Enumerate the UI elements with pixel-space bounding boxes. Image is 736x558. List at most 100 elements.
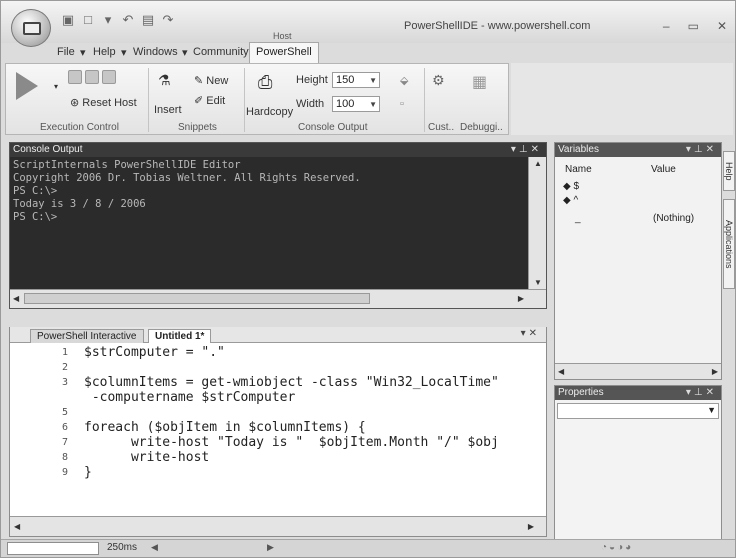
editor-tab-strip: PowerShell Interactive Untitled 1* ▾✕ <box>10 327 546 343</box>
script-editor-pane: PowerShell Interactive Untitled 1* ▾✕ 1 $… <box>9 327 547 537</box>
variable-name: $ <box>573 181 580 192</box>
group-divider <box>244 68 245 132</box>
pin-icon[interactable]: ⊥ <box>519 144 531 155</box>
console-line: Copyright 2006 Dr. Tobias Weltner. All R… <box>13 172 361 184</box>
title-bar: ▣ □ ▾ ↶ ▤ ↷ Host PowerShellIDE - www.pow… <box>1 1 735 47</box>
width-input[interactable]: 100 ▼ <box>332 96 380 112</box>
scroll-left-icon[interactable]: ◀ <box>13 294 19 303</box>
run-dropdown-icon[interactable]: ▾ <box>54 82 58 91</box>
pane-menu-icon[interactable]: ▾ <box>511 144 519 155</box>
scroll-right-icon[interactable]: ▶ <box>528 522 534 531</box>
console-line: PS C:\> <box>13 211 58 223</box>
stop-icon[interactable] <box>102 70 117 84</box>
variables-horizontal-scrollbar[interactable]: ◀ ▶ <box>555 363 721 379</box>
group-divider <box>424 68 425 132</box>
tray-icons: ◔◒◑◕ <box>601 542 634 553</box>
scroll-left-icon[interactable]: ◀ <box>14 522 20 531</box>
tab-untitled-1[interactable]: Untitled 1* <box>148 329 212 343</box>
menu-file[interactable]: File <box>57 46 75 58</box>
copy-icon[interactable]: ▤ <box>141 13 155 27</box>
contextual-tab-header: Host <box>273 31 292 41</box>
pane-menu-icon[interactable]: ▾ <box>686 387 694 398</box>
chevron-down-icon: ▼ <box>707 405 716 415</box>
redo-icon[interactable]: ↷ <box>161 13 175 27</box>
edit-snippet-button[interactable]: ✐ Edit <box>194 94 225 107</box>
close-icon[interactable]: ✕ <box>706 144 717 155</box>
edit-label: Edit <box>206 95 226 107</box>
run-script-icon[interactable] <box>16 72 38 100</box>
font-icon[interactable]: ▫ <box>400 98 404 110</box>
insert-button[interactable]: Insert <box>154 104 182 116</box>
undo-icon[interactable]: ↶ <box>121 13 135 27</box>
pin-icon[interactable]: ⊥ <box>694 387 706 398</box>
code-area[interactable]: 1 $strComputer = "." 2 3 $columnItems = ge… <box>10 345 546 515</box>
line-number: 9 <box>61 467 68 478</box>
customize-icon[interactable]: ⚙ <box>432 72 445 89</box>
side-tab-help[interactable]: Help <box>723 151 735 191</box>
tab-powershell[interactable]: PowerShell <box>249 42 319 63</box>
editor-horizontal-scrollbar[interactable]: ◀ ▶ <box>10 516 546 536</box>
code-text: $columnItems = get-wmiobject -class "Win… <box>84 375 499 390</box>
window-title: PowerShellIDE - www.powershell.com <box>404 20 591 32</box>
pane-menu-icon[interactable]: ▾ <box>686 144 694 155</box>
column-header-name[interactable]: Name <box>565 164 592 175</box>
window-icon <box>23 22 41 35</box>
console-horizontal-scrollbar[interactable]: ◀ ▶ <box>10 289 546 308</box>
quick-access-toolbar: ▣ □ ▾ ↶ ▤ ↷ <box>61 13 175 27</box>
line-number: 1 <box>61 347 68 358</box>
close-icon[interactable]: ✕ <box>531 144 542 155</box>
scroll-right-icon[interactable]: ▶ <box>518 294 524 303</box>
scroll-left-icon[interactable]: ◀ <box>558 367 564 376</box>
tab-list-icon[interactable]: ▾ <box>521 328 529 339</box>
tab-powershell-interactive[interactable]: PowerShell Interactive <box>30 329 144 343</box>
step-controls <box>68 70 117 84</box>
step-over-icon[interactable] <box>85 70 100 84</box>
save-icon[interactable]: ▣ <box>61 13 75 27</box>
menu-community[interactable]: Community <box>193 46 249 58</box>
close-icon[interactable]: ✕ <box>717 19 727 33</box>
variable-icon: ◆ <box>563 181 571 192</box>
console-text[interactable]: ScriptInternals PowerShellIDE Editor Cop… <box>10 157 528 289</box>
console-vertical-scrollbar[interactable]: ▲ ▼ <box>528 157 546 289</box>
properties-object-select[interactable]: ▼ <box>557 403 719 419</box>
group-label-console-output: Console Output <box>298 122 368 133</box>
side-tab-applications[interactable]: Applications <box>723 199 735 289</box>
line-number: 2 <box>61 362 68 373</box>
scroll-left-icon[interactable]: ◀ <box>151 542 158 553</box>
scroll-down-icon[interactable]: ▼ <box>534 278 542 287</box>
scroll-right-icon[interactable]: ▶ <box>267 542 274 553</box>
close-icon[interactable]: ✕ <box>706 387 717 398</box>
scroll-thumb[interactable] <box>24 293 370 304</box>
variable-row[interactable]: ◆ $ <box>563 181 579 192</box>
new-file-icon[interactable]: □ <box>81 13 95 27</box>
hardcopy-icon: ⎙ <box>258 72 273 92</box>
application-menu-button[interactable] <box>11 9 51 47</box>
ribbon: ▾ ⊛ Reset Host Execution Control ⚗ Inser… <box>5 63 509 135</box>
line-number: 3 <box>61 377 68 388</box>
chevron-down-icon: ▾ <box>80 47 86 59</box>
scroll-up-icon[interactable]: ▲ <box>534 159 542 168</box>
color-icon[interactable]: ⬙ <box>400 74 408 87</box>
menu-help[interactable]: Help <box>93 46 116 58</box>
step-into-icon[interactable] <box>68 70 82 84</box>
group-label-customize: Cust.. <box>428 122 455 133</box>
menu-windows[interactable]: Windows <box>133 46 178 58</box>
reset-host-button[interactable]: ⊛ Reset Host <box>70 96 137 109</box>
dropdown-icon[interactable]: ▾ <box>101 13 115 27</box>
new-snippet-button[interactable]: ✎ New <box>194 74 228 87</box>
variable-row[interactable]: ◆ ^ <box>563 195 578 206</box>
pin-icon[interactable]: ⊥ <box>694 144 706 155</box>
properties-pane: Properties ▾⊥✕ ▼ <box>554 385 722 543</box>
line-number: 7 <box>61 437 68 448</box>
height-input[interactable]: 150 ▼ <box>332 72 380 88</box>
editor-controls: ▾✕ <box>521 328 540 339</box>
hardcopy-button[interactable]: Hardcopy <box>246 106 293 118</box>
minimize-icon[interactable]: – <box>663 19 670 33</box>
column-header-value[interactable]: Value <box>651 164 676 175</box>
line-number: 5 <box>61 407 68 418</box>
ribbon-empty-area <box>511 63 733 135</box>
close-icon[interactable]: ✕ <box>529 328 540 339</box>
scroll-right-icon[interactable]: ▶ <box>712 367 718 376</box>
debug-icon[interactable]: ▦ <box>472 72 487 92</box>
maximize-icon[interactable]: ▭ <box>688 19 699 33</box>
